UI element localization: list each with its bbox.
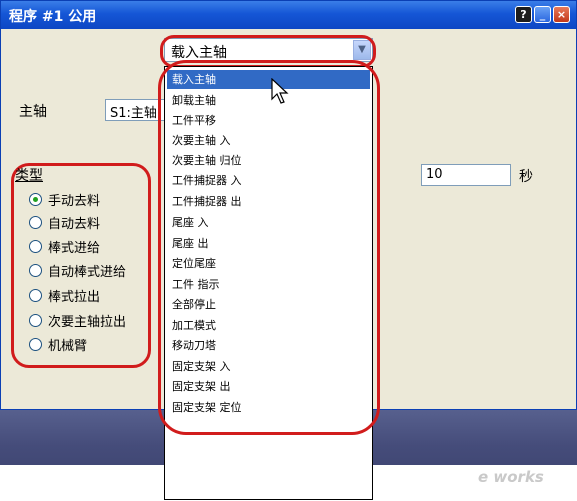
mouse-cursor-icon bbox=[271, 78, 289, 104]
list-annotation-ring bbox=[158, 60, 380, 435]
time-unit-label: 秒 bbox=[519, 169, 533, 185]
spindle-label: 主轴 bbox=[19, 104, 47, 120]
radio-option[interactable]: 棒式进给 bbox=[29, 236, 100, 256]
radio-button[interactable] bbox=[29, 263, 42, 277]
radio-label: 手动去料 bbox=[48, 193, 101, 209]
window-title: 程序 #1 公用 bbox=[9, 9, 97, 25]
minimize-button[interactable]: _ bbox=[534, 6, 551, 23]
radio-label: 自动棒式进给 bbox=[48, 264, 127, 280]
radio-option[interactable]: 次要主轴拉出 bbox=[29, 310, 126, 330]
radio-button[interactable] bbox=[29, 215, 42, 229]
radio-label: 棒式进给 bbox=[48, 240, 101, 256]
radio-label: 机械臂 bbox=[48, 338, 88, 354]
radio-label: 次要主轴拉出 bbox=[48, 314, 127, 330]
title-bar[interactable]: 程序 #1 公用 ? _ × bbox=[1, 1, 576, 29]
radio-button[interactable] bbox=[29, 239, 42, 253]
radio-option[interactable]: 棒式拉出 bbox=[29, 285, 100, 305]
help-button[interactable]: ? bbox=[515, 6, 532, 23]
radio-option[interactable]: 手动去料 bbox=[29, 189, 100, 209]
radio-label: 自动去料 bbox=[48, 216, 101, 232]
radio-button[interactable] bbox=[29, 192, 42, 206]
time-input[interactable]: 10 bbox=[421, 164, 511, 186]
radio-button[interactable] bbox=[29, 288, 42, 302]
radio-button[interactable] bbox=[29, 313, 42, 327]
type-group-legend: 类型 bbox=[15, 168, 43, 184]
radio-option[interactable]: 自动棒式进给 bbox=[29, 260, 126, 280]
watermark-logo: e works bbox=[478, 468, 544, 486]
radio-option[interactable]: 自动去料 bbox=[29, 212, 100, 232]
radio-label: 棒式拉出 bbox=[48, 289, 101, 305]
close-button[interactable]: × bbox=[553, 6, 570, 23]
radio-button[interactable] bbox=[29, 337, 42, 351]
radio-option[interactable]: 机械臂 bbox=[29, 334, 87, 354]
